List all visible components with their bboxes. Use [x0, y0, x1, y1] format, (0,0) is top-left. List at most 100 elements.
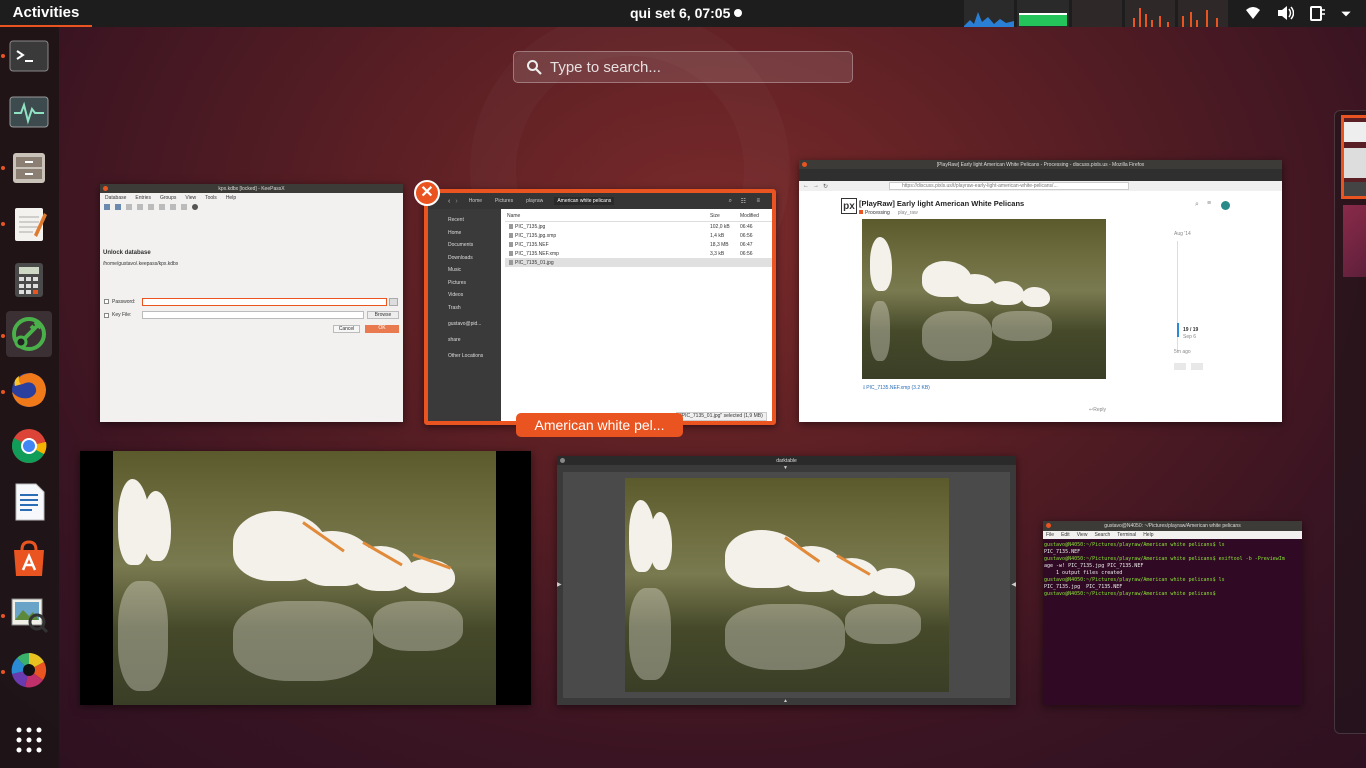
- cpu-monitor-graph[interactable]: [964, 0, 1014, 27]
- cancel-button[interactable]: Cancel: [333, 325, 360, 333]
- dock-writer[interactable]: [6, 479, 52, 525]
- keyfile-field[interactable]: [142, 311, 364, 319]
- menu-help[interactable]: Help: [226, 195, 236, 201]
- delete-entry-icon[interactable]: [148, 204, 154, 210]
- sidebar-home[interactable]: Home: [428, 228, 501, 241]
- ok-button[interactable]: OK: [365, 325, 399, 333]
- window-darktable[interactable]: darktable ▼ ▶ ◀ ▲: [557, 456, 1016, 705]
- sidebar-remote[interactable]: gustavo@pid...: [428, 315, 501, 331]
- attachment-link[interactable]: ⇩PIC_7135.NEF.xmp (3.2 KB): [862, 385, 930, 391]
- window-terminal[interactable]: gustavo@N4050: ~/Pictures/playraw/Americ…: [1043, 521, 1302, 705]
- dock-calculator[interactable]: [6, 257, 52, 303]
- net-monitor-graph[interactable]: [1125, 0, 1175, 27]
- menu-tools[interactable]: Tools: [205, 195, 217, 201]
- hamburger-icon[interactable]: ≡: [1207, 200, 1211, 207]
- sidebar-documents[interactable]: Documents: [428, 240, 501, 253]
- keyfile-checkbox[interactable]: [104, 313, 109, 318]
- crumb-pictures[interactable]: Pictures: [495, 198, 513, 204]
- wifi-icon[interactable]: [1244, 4, 1262, 22]
- dock-image-viewer[interactable]: [6, 591, 52, 637]
- dock-ubuntu-software[interactable]: [6, 535, 52, 581]
- dock-show-applications[interactable]: [6, 717, 52, 763]
- clock[interactable]: qui set 6, 07:05: [630, 5, 743, 21]
- category-label[interactable]: Processing: [865, 210, 890, 216]
- window-keepassx[interactable]: kpx.kdbx [locked] - KeePassX Database En…: [100, 184, 403, 422]
- workspace-2-thumbnail[interactable]: [1343, 205, 1366, 277]
- back-arrow-icon[interactable]: ‹: [448, 198, 450, 205]
- col-size[interactable]: Size: [710, 213, 740, 221]
- timeline-top[interactable]: Aug '14: [1174, 231, 1191, 237]
- edit-entry-icon[interactable]: [137, 204, 143, 210]
- sidebar-trash[interactable]: Trash: [428, 303, 501, 316]
- dock-text-editor[interactable]: [6, 201, 52, 247]
- tag-label[interactable]: play_raw: [898, 210, 918, 216]
- dock-firefox[interactable]: [6, 367, 52, 413]
- notification-icon[interactable]: [1191, 363, 1203, 370]
- menu-file[interactable]: File: [1046, 532, 1054, 538]
- search-icon[interactable]: [192, 204, 198, 210]
- volume-icon[interactable]: [1276, 4, 1294, 22]
- swap-monitor-graph[interactable]: [1072, 0, 1122, 27]
- close-icon[interactable]: [802, 162, 807, 167]
- forward-arrow-icon[interactable]: →: [813, 183, 819, 189]
- window-files[interactable]: ‹ › Home Pictures playraw American white…: [424, 189, 776, 425]
- dock-terminal[interactable]: [6, 33, 52, 79]
- col-name[interactable]: Name: [505, 213, 710, 221]
- menu-icon[interactable]: ≡: [756, 198, 760, 204]
- view-toggle-icon[interactable]: ☷: [741, 198, 746, 205]
- menu-search[interactable]: Search: [1094, 532, 1110, 538]
- password-checkbox[interactable]: [104, 299, 109, 304]
- copy-user-icon[interactable]: [159, 204, 165, 210]
- forward-arrow-icon[interactable]: ›: [455, 198, 457, 205]
- reload-icon[interactable]: ↻: [823, 183, 828, 190]
- activities-button[interactable]: Activities: [0, 0, 92, 27]
- menu-view[interactable]: View: [1077, 532, 1088, 538]
- reply-arrow-icon[interactable]: [1174, 363, 1186, 370]
- add-entry-icon[interactable]: [126, 204, 132, 210]
- post-image[interactable]: [862, 219, 1106, 379]
- table-row[interactable]: PIC_7135.NEF.xmp 3,3 kB 06:56: [505, 249, 772, 258]
- sidebar-share[interactable]: share: [428, 331, 501, 347]
- reveal-password-button[interactable]: [389, 298, 398, 306]
- table-row[interactable]: PIC_7135_01.jpg: [505, 258, 772, 267]
- table-row[interactable]: PIC_7135.NEF 18,3 MB 06:47: [505, 240, 772, 249]
- bottom-panel-toggle-icon[interactable]: ▲: [783, 698, 788, 704]
- left-panel-toggle-icon[interactable]: ▶: [557, 581, 562, 588]
- browse-button[interactable]: Browse: [367, 311, 399, 319]
- right-panel-toggle-icon[interactable]: ◀: [1011, 581, 1016, 588]
- sidebar-pictures[interactable]: Pictures: [428, 278, 501, 291]
- sidebar-recent[interactable]: Recent: [428, 215, 501, 228]
- menu-edit[interactable]: Edit: [1061, 532, 1070, 538]
- close-window-button[interactable]: ✕: [414, 180, 440, 206]
- crumb-playraw[interactable]: playraw: [526, 198, 543, 204]
- menu-help[interactable]: Help: [1143, 532, 1153, 538]
- menu-terminal[interactable]: Terminal: [1117, 532, 1136, 538]
- save-icon[interactable]: [115, 204, 121, 210]
- search-input[interactable]: [550, 58, 830, 76]
- avatar[interactable]: [1221, 201, 1230, 210]
- sidebar-other-locations[interactable]: Other Locations: [428, 347, 501, 363]
- sidebar-music[interactable]: Music: [428, 265, 501, 278]
- crumb-home[interactable]: Home: [469, 198, 482, 204]
- menu-view[interactable]: View: [185, 195, 196, 201]
- timeline-handle[interactable]: [1177, 323, 1179, 337]
- top-panel-toggle-icon[interactable]: ▼: [783, 465, 788, 471]
- dock-keepassx[interactable]: [6, 311, 52, 357]
- terminal-output[interactable]: gustavo@N4050:~/Pictures/playraw/America…: [1043, 539, 1302, 601]
- lock-icon[interactable]: [181, 204, 187, 210]
- power-icon[interactable]: [1308, 4, 1326, 22]
- sidebar-videos[interactable]: Videos: [428, 290, 501, 303]
- dock-darktable[interactable]: [6, 647, 52, 693]
- system-tray[interactable]: [1244, 4, 1352, 22]
- close-icon[interactable]: [560, 458, 565, 463]
- site-logo[interactable]: px: [841, 198, 857, 214]
- url-bar[interactable]: https://discuss.pixls.us/t/playraw-early…: [889, 182, 1129, 190]
- darkroom-image[interactable]: [625, 478, 949, 692]
- menu-groups[interactable]: Groups: [160, 195, 176, 201]
- back-arrow-icon[interactable]: ←: [803, 183, 809, 189]
- dock-files[interactable]: [6, 145, 52, 191]
- new-db-icon[interactable]: [104, 204, 110, 210]
- menu-arrow-icon[interactable]: [1340, 4, 1352, 22]
- timeline-ago[interactable]: 5m ago: [1174, 349, 1191, 355]
- window-image-viewer[interactable]: [80, 451, 531, 705]
